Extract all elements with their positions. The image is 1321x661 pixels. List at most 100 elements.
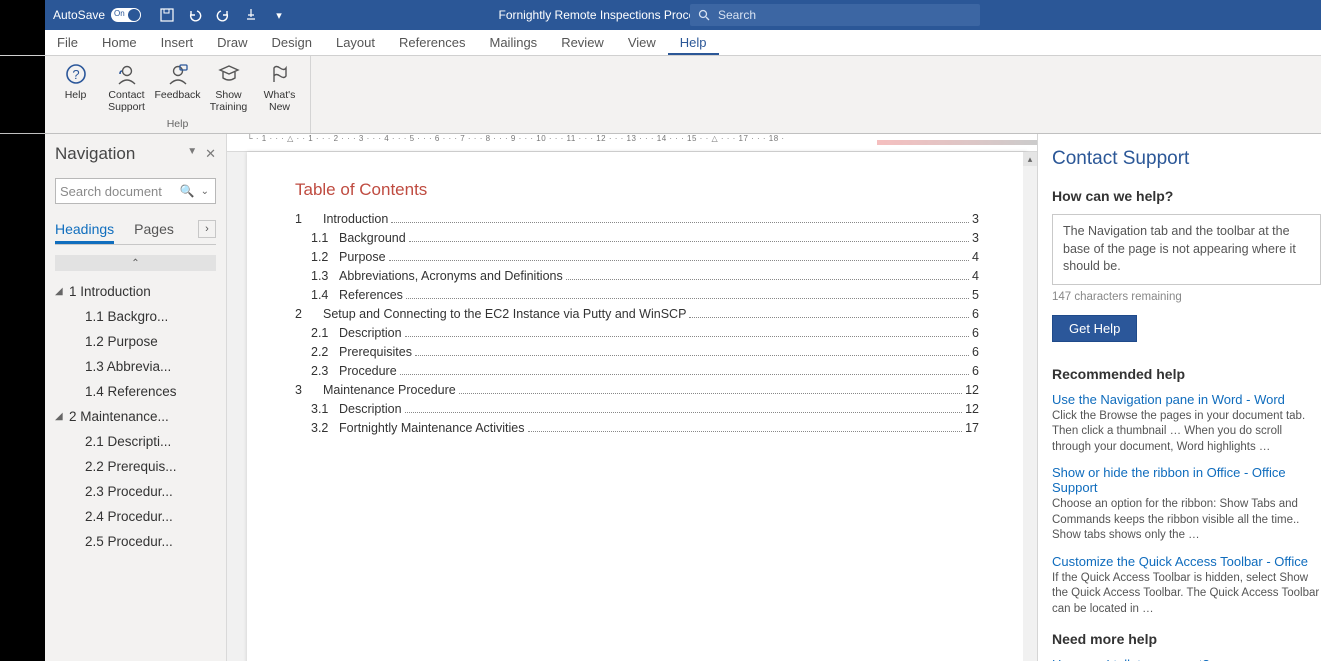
document-area: └ · 1 · · · △ · · 1 · · · 2 · · · 3 · · … xyxy=(227,134,1037,661)
show-training-button[interactable]: ShowTraining xyxy=(206,62,251,113)
feedback-button[interactable]: Feedback xyxy=(155,62,200,101)
toc-entry[interactable]: 3Maintenance Procedure12 xyxy=(295,383,979,397)
support-help-link[interactable]: Customize the Quick Access Toolbar - Off… xyxy=(1052,554,1321,569)
recommended-help-heading: Recommended help xyxy=(1052,366,1321,382)
toc-entry[interactable]: 2.2Prerequisites6 xyxy=(295,345,979,359)
toc-entry[interactable]: 2Setup and Connecting to the EC2 Instanc… xyxy=(295,307,979,321)
support-title: Contact Support xyxy=(1052,148,1321,170)
tab-file[interactable]: File xyxy=(45,30,90,55)
tab-help[interactable]: Help xyxy=(668,30,719,55)
navigation-tree: ◢1 Introduction1.1 Backgro...1.2 Purpose… xyxy=(55,279,216,554)
nav-tree-item[interactable]: ◢2 Maintenance... xyxy=(55,404,216,429)
ruler-overflow-indicator xyxy=(877,140,1037,145)
qat-customize-icon[interactable]: ▾ xyxy=(271,7,287,23)
help-icon: ? xyxy=(64,62,88,86)
tab-view[interactable]: View xyxy=(616,30,668,55)
nav-tree-item[interactable]: ◢1 Introduction xyxy=(55,279,216,304)
tab-mailings[interactable]: Mailings xyxy=(478,30,550,55)
contact-support-button[interactable]: ContactSupport xyxy=(104,62,149,113)
tab-design[interactable]: Design xyxy=(260,30,324,55)
autosave-toggle[interactable]: AutoSave On xyxy=(45,8,149,22)
support-help-desc: If the Quick Access Toolbar is hidden, s… xyxy=(1052,571,1321,618)
toc-entry[interactable]: 1.3Abbreviations, Acronyms and Definitio… xyxy=(295,269,979,283)
tab-insert[interactable]: Insert xyxy=(149,30,206,55)
ribbon-group-label: Help xyxy=(45,118,310,133)
touch-mode-icon[interactable] xyxy=(243,7,259,23)
tab-review[interactable]: Review xyxy=(549,30,616,55)
ribbon: ?HelpContactSupportFeedbackShowTrainingW… xyxy=(0,56,1321,134)
search-icon xyxy=(698,9,710,21)
nav-tab-pages[interactable]: Pages xyxy=(134,221,174,243)
toc-entry[interactable]: 3.2Fortnightly Maintenance Activities17 xyxy=(295,421,979,435)
nav-tree-item[interactable]: 1.2 Purpose xyxy=(55,329,216,354)
navigation-search-input[interactable] xyxy=(60,184,176,199)
search-icon[interactable]: 🔍 xyxy=(176,184,199,198)
nav-tree-item[interactable]: 2.1 Descripti... xyxy=(55,429,216,454)
svg-text:?: ? xyxy=(72,67,79,82)
support-help-desc: Choose an option for the ribbon: Show Ta… xyxy=(1052,497,1321,544)
tab-references[interactable]: References xyxy=(387,30,477,55)
feedback-icon xyxy=(166,62,190,86)
show-training-icon xyxy=(217,62,241,86)
vertical-scrollbar[interactable]: ▴ xyxy=(1023,152,1037,661)
nav-tree-item[interactable]: 2.4 Procedur... xyxy=(55,504,216,529)
nav-tree-item[interactable]: 2.5 Procedur... xyxy=(55,529,216,554)
title-bar: AutoSave On ▾ Fornightly Remote Inspecti… xyxy=(0,0,1321,30)
toc-entry[interactable]: 2.3Procedure6 xyxy=(295,364,979,378)
window-edge xyxy=(0,0,45,30)
whats-new-icon xyxy=(268,62,292,86)
quick-access-toolbar: ▾ xyxy=(149,7,297,23)
search-bar[interactable] xyxy=(690,4,980,26)
chevron-down-icon: ◢ xyxy=(55,411,69,422)
redo-icon[interactable] xyxy=(215,7,231,23)
nav-tree-item[interactable]: 1.1 Backgro... xyxy=(55,304,216,329)
tab-home[interactable]: Home xyxy=(90,30,149,55)
nav-tree-item[interactable]: 2.2 Prerequis... xyxy=(55,454,216,479)
navigation-search[interactable]: 🔍 ⌄ xyxy=(55,178,216,204)
support-char-remaining: 147 characters remaining xyxy=(1052,291,1321,303)
support-help-desc: Click the Browse the pages in your docum… xyxy=(1052,409,1321,456)
undo-icon[interactable] xyxy=(187,7,203,23)
navigation-tabs: Headings Pages › xyxy=(55,220,216,245)
tab-draw[interactable]: Draw xyxy=(205,30,259,55)
contact-support-pane: Contact Support How can we help? The Nav… xyxy=(1037,134,1321,661)
talk-to-agent-link[interactable]: How can I talk to an agent? xyxy=(1052,657,1321,661)
toc-heading: Table of Contents xyxy=(295,180,979,200)
toc-entry[interactable]: 1Introduction3 xyxy=(295,212,979,226)
toc-entry[interactable]: 2.1Description6 xyxy=(295,326,979,340)
help-button[interactable]: ?Help xyxy=(53,62,98,101)
get-help-button[interactable]: Get Help xyxy=(1052,315,1137,342)
horizontal-ruler[interactable]: └ · 1 · · · △ · · 1 · · · 2 · · · 3 · · … xyxy=(227,134,1037,152)
toggle-switch-icon[interactable]: On xyxy=(111,8,141,22)
navigation-pane: Navigation ▼ ✕ 🔍 ⌄ Headings Pages › ⌃ ◢1 … xyxy=(45,134,227,661)
nav-tree-item[interactable]: 1.3 Abbrevia... xyxy=(55,354,216,379)
close-icon[interactable]: ✕ xyxy=(205,146,216,162)
support-help-link[interactable]: Show or hide the ribbon in Office - Offi… xyxy=(1052,465,1321,495)
whats-new-button[interactable]: What'sNew xyxy=(257,62,302,113)
document-page[interactable]: Table of Contents 1Introduction3 1.1Backg… xyxy=(247,152,1027,661)
ribbon-tabs: FileHomeInsertDrawDesignLayoutReferences… xyxy=(0,30,1321,56)
search-input[interactable] xyxy=(718,8,972,22)
nav-tree-item[interactable]: 1.4 References xyxy=(55,379,216,404)
search-options-icon[interactable]: ⌄ xyxy=(199,186,211,197)
toc-entry[interactable]: 1.4References5 xyxy=(295,288,979,302)
nav-tree-item[interactable]: 2.3 Procedur... xyxy=(55,479,216,504)
contact-support-icon xyxy=(115,62,139,86)
save-icon[interactable] xyxy=(159,7,175,23)
navigation-title: Navigation xyxy=(55,144,135,164)
tab-layout[interactable]: Layout xyxy=(324,30,387,55)
support-help-link[interactable]: Use the Navigation pane in Word - Word xyxy=(1052,392,1321,407)
support-input[interactable]: The Navigation tab and the toolbar at th… xyxy=(1052,214,1321,285)
scroll-up-icon[interactable]: ▴ xyxy=(1023,152,1037,166)
chevron-down-icon: ◢ xyxy=(55,286,69,297)
nav-more-icon[interactable]: › xyxy=(198,220,216,238)
nav-toolbar[interactable]: ⌃ xyxy=(55,255,216,271)
toc-entry[interactable]: 1.1Background3 xyxy=(295,231,979,245)
support-how-help: How can we help? xyxy=(1052,188,1321,204)
nav-dropdown-icon[interactable]: ▼ xyxy=(187,146,197,162)
autosave-label: AutoSave xyxy=(53,8,105,22)
toc-entry[interactable]: 3.1Description12 xyxy=(295,402,979,416)
toc-entry[interactable]: 1.2Purpose4 xyxy=(295,250,979,264)
nav-tab-headings[interactable]: Headings xyxy=(55,221,114,244)
main-area: Navigation ▼ ✕ 🔍 ⌄ Headings Pages › ⌃ ◢1 … xyxy=(0,134,1321,661)
